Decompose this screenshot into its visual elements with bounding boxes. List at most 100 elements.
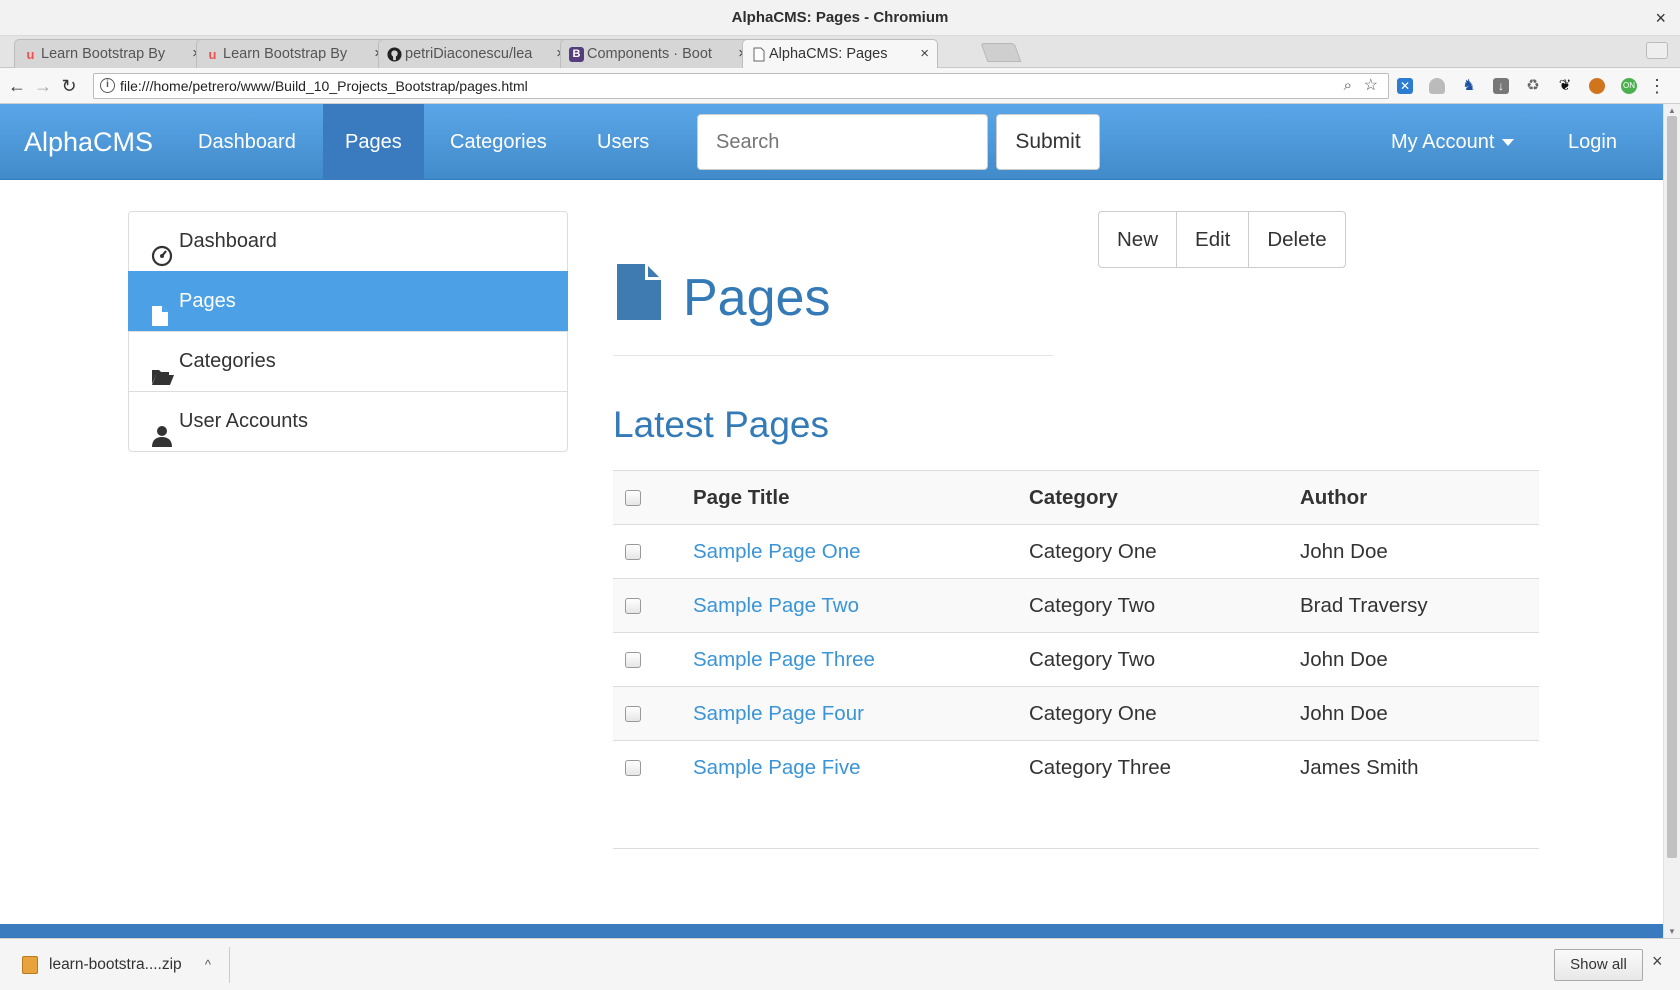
back-arrow-icon[interactable]: ← (6, 75, 28, 97)
bookmark-star-icon[interactable]: ☆ (1364, 74, 1378, 98)
category-cell: Category Three (1029, 740, 1300, 795)
row-checkbox[interactable] (625, 760, 641, 777)
tab-alphacms-pages[interactable]: AlphaCMS: Pages × (742, 39, 938, 69)
navbar-brand[interactable]: AlphaCMS (24, 104, 153, 180)
extension-icon[interactable]: ON (1621, 78, 1637, 94)
select-all-checkbox[interactable] (625, 490, 641, 507)
page-footer (0, 924, 1663, 938)
row-checkbox[interactable] (625, 598, 641, 615)
row-checkbox-cell (613, 740, 693, 795)
recycle-icon[interactable]: ♻ (1525, 78, 1541, 94)
file-icon (617, 264, 661, 320)
caret-down-icon (1502, 139, 1515, 147)
author-cell: John Doe (1300, 686, 1539, 741)
page-title-link[interactable]: Sample Page Four (693, 686, 1029, 741)
forward-arrow-icon[interactable]: → (32, 75, 54, 97)
tab-learn-bootstrap-2[interactable]: u Learn Bootstrap By × (196, 39, 392, 68)
table-row: Sample Page Three Category Two John Doe (613, 632, 1539, 687)
row-checkbox[interactable] (625, 706, 641, 723)
tab-label: AlphaCMS: Pages (769, 46, 888, 62)
author-cell: John Doe (1300, 524, 1539, 579)
extension-icon[interactable] (1589, 78, 1605, 94)
close-shelf-icon[interactable]: × (1652, 951, 1663, 972)
author-cell: Brad Traversy (1300, 578, 1539, 633)
table-row: Sample Page One Category One John Doe (613, 524, 1539, 579)
delete-button[interactable]: Delete (1249, 212, 1344, 267)
profile-icon[interactable] (1646, 42, 1668, 59)
tab-bootstrap-components[interactable]: B Components · Boot × (560, 39, 756, 68)
tab-learn-bootstrap-1[interactable]: u Learn Bootstrap By × (14, 39, 210, 68)
sidebar-item-label: User Accounts (179, 410, 308, 432)
chevron-up-icon[interactable]: ^ (205, 947, 211, 983)
nav-link-users[interactable]: Users (575, 104, 671, 180)
sidebar-item-categories[interactable]: Categories (128, 331, 568, 392)
sidebar-list-group: Dashboard Pages Categories User Accounts (128, 211, 568, 452)
table-row: Sample Page Four Category One John Doe (613, 686, 1539, 741)
zip-file-icon (22, 956, 38, 974)
reload-icon[interactable]: ↻ (58, 75, 80, 97)
row-checkbox[interactable] (625, 544, 641, 561)
download-filename: learn-bootstra....zip (49, 956, 182, 973)
my-account-dropdown[interactable]: My Account (1369, 104, 1536, 180)
window-titlebar: AlphaCMS: Pages - Chromium × (0, 0, 1680, 36)
udemy-icon: u (26, 47, 35, 62)
new-tab-button[interactable] (980, 43, 1022, 62)
column-header-category: Category (1029, 470, 1300, 525)
search-submit-button[interactable]: Submit (996, 114, 1100, 170)
url-text: file:///home/petrero/www/Build_10_Projec… (120, 78, 528, 94)
browser-toolbar: ← → ↻ i file:///home/petrero/www/Build_1… (0, 68, 1680, 104)
udemy-icon: u (208, 47, 217, 62)
row-checkbox[interactable] (625, 652, 641, 669)
download-shelf: learn-bootstra....zip ^ Show all × (0, 938, 1680, 990)
row-checkbox-cell (613, 524, 693, 579)
extension-icon[interactable]: ♞ (1461, 78, 1477, 94)
category-cell: Category One (1029, 524, 1300, 579)
nav-link-categories[interactable]: Categories (428, 104, 569, 180)
zoom-icon[interactable]: ⌕ (1344, 74, 1352, 98)
vertical-scrollbar[interactable]: ▲ ▼ (1663, 104, 1680, 938)
extension-icon[interactable]: ❦ (1557, 78, 1573, 94)
extension-icon[interactable]: ✕ (1397, 78, 1413, 94)
tab-label: Learn Bootstrap By (41, 46, 166, 62)
page-icon (751, 47, 766, 62)
category-cell: Category Two (1029, 578, 1300, 633)
window-title: AlphaCMS: Pages - Chromium (731, 9, 949, 26)
info-icon[interactable]: i (100, 78, 115, 93)
scroll-up-icon[interactable]: ▲ (1668, 106, 1676, 115)
nav-link-pages[interactable]: Pages (323, 104, 424, 180)
menu-icon[interactable]: ⋮ (1648, 75, 1666, 97)
nav-link-login[interactable]: Login (1546, 104, 1639, 180)
show-all-button[interactable]: Show all (1554, 949, 1643, 981)
search-input[interactable] (697, 114, 988, 170)
row-checkbox-cell (613, 632, 693, 687)
window-close-button[interactable]: × (1655, 0, 1666, 36)
tab-close-icon[interactable]: × (920, 40, 929, 68)
sidebar-item-dashboard[interactable]: Dashboard (128, 211, 568, 272)
tab-strip: u Learn Bootstrap By × u Learn Bootstrap… (0, 36, 1680, 69)
sidebar-item-pages[interactable]: Pages (128, 271, 568, 332)
page-title-link[interactable]: Sample Page Five (693, 740, 1029, 795)
page-title-link[interactable]: Sample Page One (693, 524, 1029, 579)
address-bar[interactable]: i file:///home/petrero/www/Build_10_Proj… (93, 73, 1389, 99)
page-title-link[interactable]: Sample Page Three (693, 632, 1029, 687)
new-button[interactable]: New (1099, 212, 1178, 267)
sidebar-item-user-accounts[interactable]: User Accounts (128, 391, 568, 452)
download-icon[interactable]: ↓ (1493, 78, 1509, 94)
scrollbar-thumb[interactable] (1667, 116, 1677, 858)
edit-button[interactable]: Edit (1177, 212, 1250, 267)
table-row: Sample Page Five Category Three James Sm… (613, 740, 1539, 795)
latest-pages-heading: Latest Pages (613, 404, 829, 445)
latest-pages-table: Page Title Category Author Sample Page O… (613, 470, 1539, 795)
tab-github[interactable]: petriDiaconescu/lea × (378, 39, 574, 68)
nav-link-dashboard[interactable]: Dashboard (176, 104, 318, 180)
author-cell: John Doe (1300, 632, 1539, 687)
select-all-cell (613, 470, 693, 525)
table-row: Sample Page Two Category Two Brad Traver… (613, 578, 1539, 633)
author-cell: James Smith (1300, 740, 1539, 795)
page-title-link[interactable]: Sample Page Two (693, 578, 1029, 633)
sidebar-item-label: Pages (179, 290, 236, 312)
file-icon (151, 292, 173, 326)
shield-icon[interactable] (1429, 78, 1445, 94)
scroll-down-icon[interactable]: ▼ (1668, 927, 1676, 936)
download-item[interactable]: learn-bootstra....zip ^ (14, 947, 230, 983)
